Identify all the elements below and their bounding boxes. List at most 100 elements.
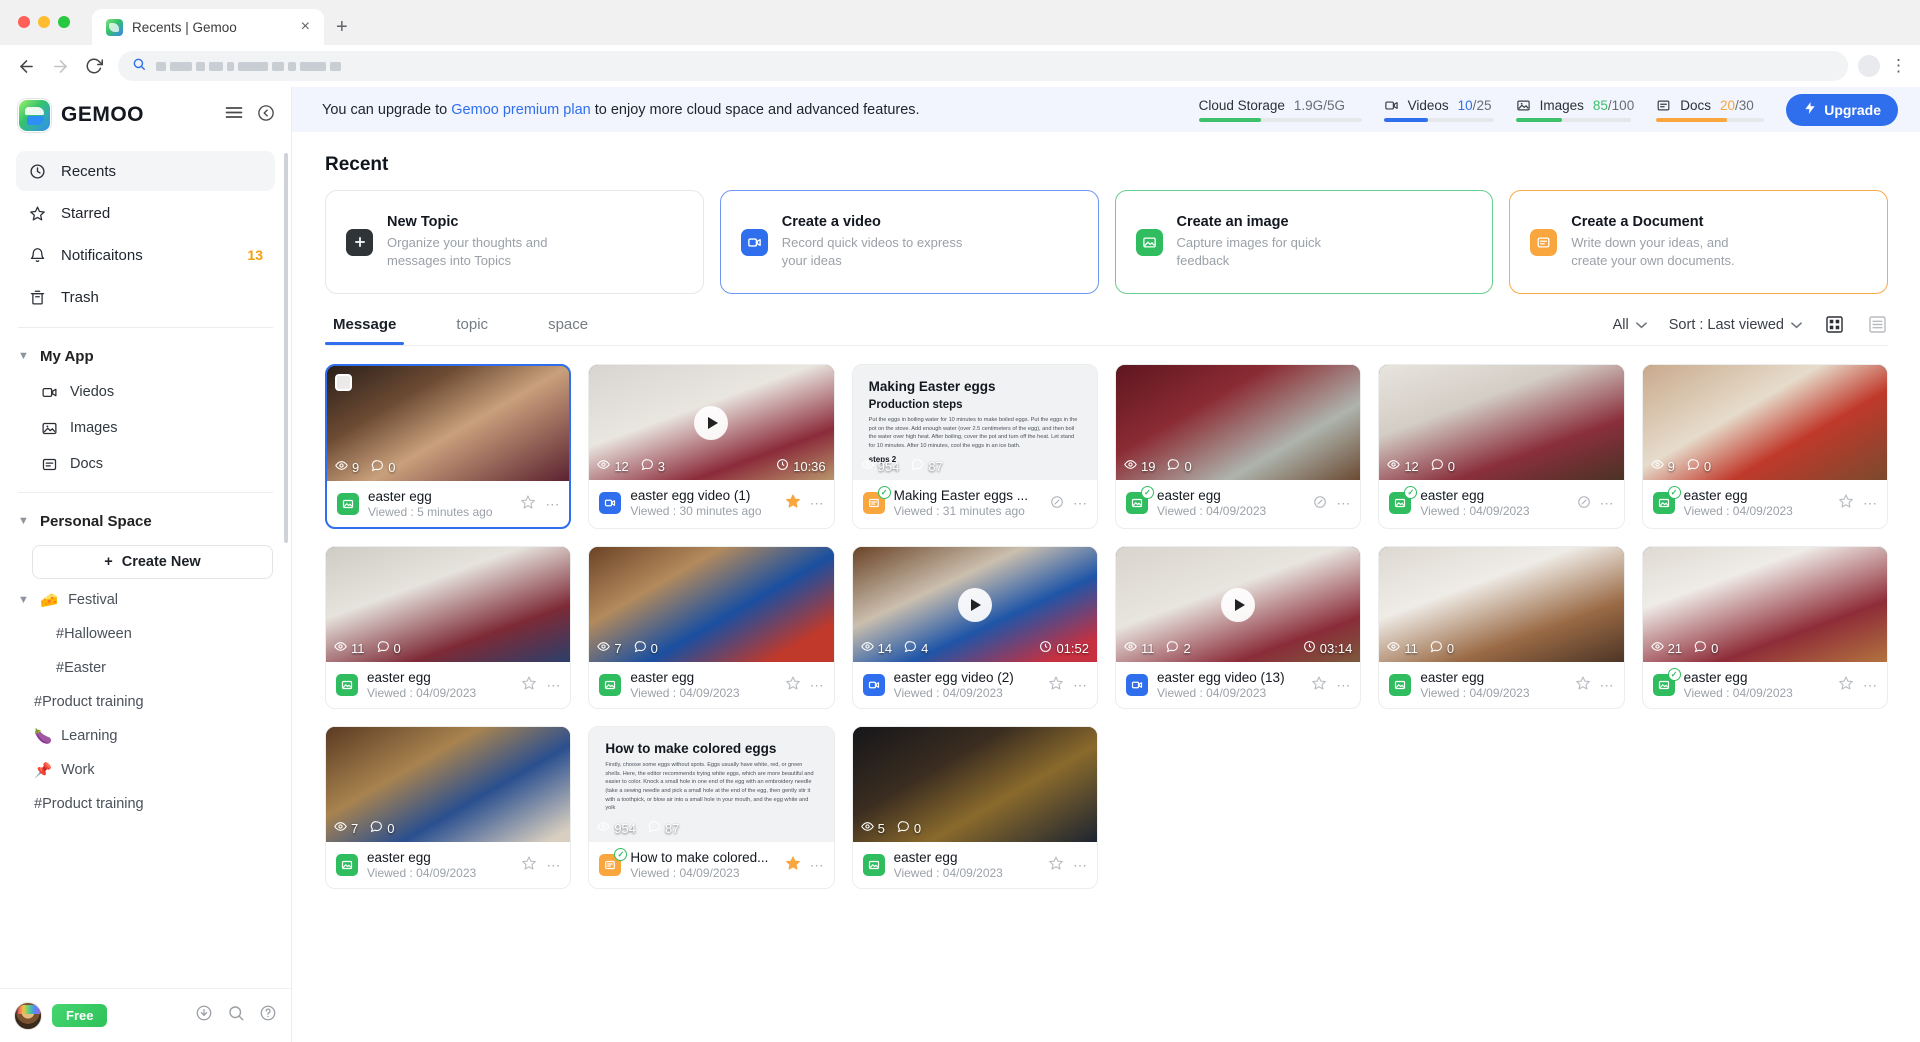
more-options-icon[interactable]: ⋯ bbox=[1863, 677, 1878, 694]
media-card[interactable]: 14 4 01:52 easter egg video (2) Viewed : 04/… bbox=[851, 546, 1098, 709]
play-icon[interactable] bbox=[957, 587, 992, 622]
quick-action-create-video[interactable]: Create a video Record quick videos to ex… bbox=[719, 190, 1099, 294]
sidebar-item-images[interactable]: Images bbox=[0, 410, 291, 446]
more-options-icon[interactable]: ⋯ bbox=[546, 677, 561, 694]
play-icon[interactable] bbox=[694, 405, 729, 440]
window-traffic-lights[interactable] bbox=[18, 16, 70, 28]
more-options-icon[interactable]: ⋯ bbox=[1863, 495, 1878, 512]
sidebar-tag-halloween[interactable]: #Halloween bbox=[0, 617, 291, 651]
link-icon[interactable] bbox=[1577, 495, 1591, 512]
media-card[interactable]: 12 3 10:36 easter egg video (1) Viewed : 30 … bbox=[588, 364, 835, 529]
sidebar-group-personal-space[interactable]: ▼ Personal Space bbox=[0, 503, 291, 539]
media-card[interactable]: 19 0 ✓ easter egg Viewed : 04/09/2023 ⋯ bbox=[1114, 364, 1362, 529]
sidebar-tag-work[interactable]: 📌 Work bbox=[0, 753, 291, 787]
media-card[interactable]: 9 0 ✓ easter egg Viewed : 04/09/2023 ⋯ bbox=[1641, 364, 1888, 529]
minimize-window-button[interactable] bbox=[38, 16, 50, 28]
media-card[interactable]: 5 0 easter egg Viewed : 04/09/2023 ⋯ bbox=[851, 726, 1098, 889]
address-bar[interactable] bbox=[118, 51, 1848, 81]
star-icon[interactable] bbox=[1048, 675, 1064, 695]
sidebar-item-videos[interactable]: Viedos bbox=[0, 374, 291, 410]
media-card[interactable]: How to make colored eggs Firstly, choose … bbox=[588, 726, 835, 889]
maximize-window-button[interactable] bbox=[58, 16, 70, 28]
more-options-icon[interactable]: ⋯ bbox=[810, 857, 825, 874]
search-icon[interactable] bbox=[227, 1004, 245, 1027]
list-view-icon[interactable] bbox=[1867, 314, 1888, 335]
more-options-icon[interactable]: ⋯ bbox=[1600, 677, 1615, 694]
reload-icon[interactable] bbox=[80, 52, 108, 80]
more-options-icon[interactable]: ⋯ bbox=[1073, 495, 1088, 512]
sidebar-item-docs[interactable]: Docs bbox=[0, 446, 291, 482]
more-options-icon[interactable]: ⋯ bbox=[1073, 857, 1088, 874]
sidebar-scrollbar[interactable] bbox=[284, 153, 288, 543]
media-card[interactable]: 9 0 easter egg Viewed : 5 minutes ago ⋯ bbox=[325, 364, 572, 529]
media-card[interactable]: 21 0 ✓ easter egg Viewed : 04/09/2023 ⋯ bbox=[1641, 546, 1888, 709]
sidebar-folder-festival[interactable]: ▼ 🧀 Festival bbox=[0, 583, 291, 617]
star-icon[interactable] bbox=[1311, 675, 1327, 695]
forward-arrow-icon[interactable] bbox=[46, 52, 74, 80]
link-icon[interactable] bbox=[1313, 495, 1327, 512]
stat-docs[interactable]: Docs 20/30 bbox=[1656, 98, 1765, 122]
collapse-sidebar-icon[interactable] bbox=[257, 104, 275, 127]
star-icon[interactable] bbox=[1575, 675, 1591, 695]
stat-cloud-storage[interactable]: Cloud Storage 1.9G/5G bbox=[1198, 98, 1362, 122]
link-icon[interactable] bbox=[1050, 495, 1064, 512]
close-window-button[interactable] bbox=[18, 16, 30, 28]
more-options-icon[interactable]: ⋯ bbox=[810, 677, 825, 694]
tab-topic[interactable]: topic bbox=[448, 316, 496, 344]
media-card[interactable]: 12 0 ✓ easter egg Viewed : 04/09/2023 ⋯ bbox=[1378, 364, 1625, 529]
premium-plan-link[interactable]: Gemoo premium plan bbox=[451, 102, 590, 118]
tab-space[interactable]: space bbox=[540, 316, 596, 344]
hamburger-menu-icon[interactable] bbox=[225, 105, 243, 125]
media-card[interactable]: 11 0 easter egg Viewed : 04/09/2023 ⋯ bbox=[1378, 546, 1625, 709]
media-card[interactable]: 11 0 easter egg Viewed : 04/09/2023 ⋯ bbox=[325, 546, 572, 709]
star-icon[interactable] bbox=[1838, 675, 1854, 695]
browser-menu-icon[interactable]: ⋮ bbox=[1890, 56, 1908, 76]
sidebar-item-starred[interactable]: Starred bbox=[16, 193, 275, 233]
stat-videos[interactable]: Videos 10/25 bbox=[1383, 98, 1494, 122]
star-icon[interactable] bbox=[521, 855, 537, 875]
media-card[interactable]: 7 0 easter egg Viewed : 04/09/2023 ⋯ bbox=[588, 546, 835, 709]
star-icon[interactable] bbox=[785, 675, 801, 695]
star-icon[interactable] bbox=[1048, 855, 1064, 875]
sidebar-item-recents[interactable]: Recents bbox=[16, 151, 275, 191]
upgrade-button[interactable]: Upgrade bbox=[1786, 93, 1898, 126]
media-card[interactable]: Making Easter eggs Production steps Put th… bbox=[851, 364, 1098, 529]
star-icon[interactable] bbox=[785, 493, 801, 513]
star-icon[interactable] bbox=[520, 494, 536, 514]
sort-dropdown[interactable]: Sort : Last viewed bbox=[1669, 317, 1802, 333]
sidebar-group-my-app[interactable]: ▼ My App bbox=[0, 338, 291, 374]
media-card[interactable]: 11 2 03:14 easter egg video (13) Viewed : 04… bbox=[1114, 546, 1362, 709]
quick-action-create-document[interactable]: Create a Document Write down your ideas,… bbox=[1509, 190, 1888, 294]
media-card[interactable]: 7 0 easter egg Viewed : 04/09/2023 ⋯ bbox=[325, 726, 572, 889]
star-icon[interactable] bbox=[1838, 493, 1854, 513]
help-icon[interactable] bbox=[259, 1004, 277, 1027]
more-options-icon[interactable]: ⋯ bbox=[545, 496, 560, 513]
grid-view-icon[interactable] bbox=[1824, 314, 1845, 335]
sidebar-tag-product-training[interactable]: #Product training bbox=[0, 685, 291, 719]
tab-message[interactable]: Message bbox=[325, 316, 405, 345]
download-icon[interactable] bbox=[195, 1004, 213, 1027]
plan-badge[interactable]: Free bbox=[52, 1004, 108, 1027]
more-options-icon[interactable]: ⋯ bbox=[546, 857, 561, 874]
sidebar-tag-easter[interactable]: #Easter bbox=[0, 651, 291, 685]
stat-images[interactable]: Images 85/100 bbox=[1515, 98, 1634, 122]
sidebar-tag-product-training-2[interactable]: #Product training bbox=[0, 787, 291, 821]
new-tab-button[interactable]: + bbox=[324, 16, 360, 45]
more-options-icon[interactable]: ⋯ bbox=[1073, 677, 1088, 694]
play-icon[interactable] bbox=[1221, 587, 1256, 622]
close-tab-icon[interactable]: × bbox=[297, 17, 314, 37]
more-options-icon[interactable]: ⋯ bbox=[1600, 495, 1615, 512]
star-icon[interactable] bbox=[785, 855, 801, 875]
quick-action-create-image[interactable]: Create an image Capture images for quick… bbox=[1114, 190, 1494, 294]
sidebar-tag-learning[interactable]: 🍆 Learning bbox=[0, 719, 291, 753]
more-options-icon[interactable]: ⋯ bbox=[1336, 677, 1351, 694]
filter-all-dropdown[interactable]: All bbox=[1613, 317, 1647, 333]
back-arrow-icon[interactable] bbox=[12, 52, 40, 80]
browser-tab[interactable]: Recents | Gemoo × bbox=[92, 9, 324, 45]
star-icon[interactable] bbox=[521, 675, 537, 695]
more-options-icon[interactable]: ⋯ bbox=[1336, 495, 1351, 512]
more-options-icon[interactable]: ⋯ bbox=[810, 495, 825, 512]
sidebar-item-trash[interactable]: Trash bbox=[16, 277, 275, 317]
sidebar-item-notifications[interactable]: Notificaitons 13 bbox=[16, 235, 275, 275]
profile-avatar-icon[interactable] bbox=[1858, 55, 1880, 77]
